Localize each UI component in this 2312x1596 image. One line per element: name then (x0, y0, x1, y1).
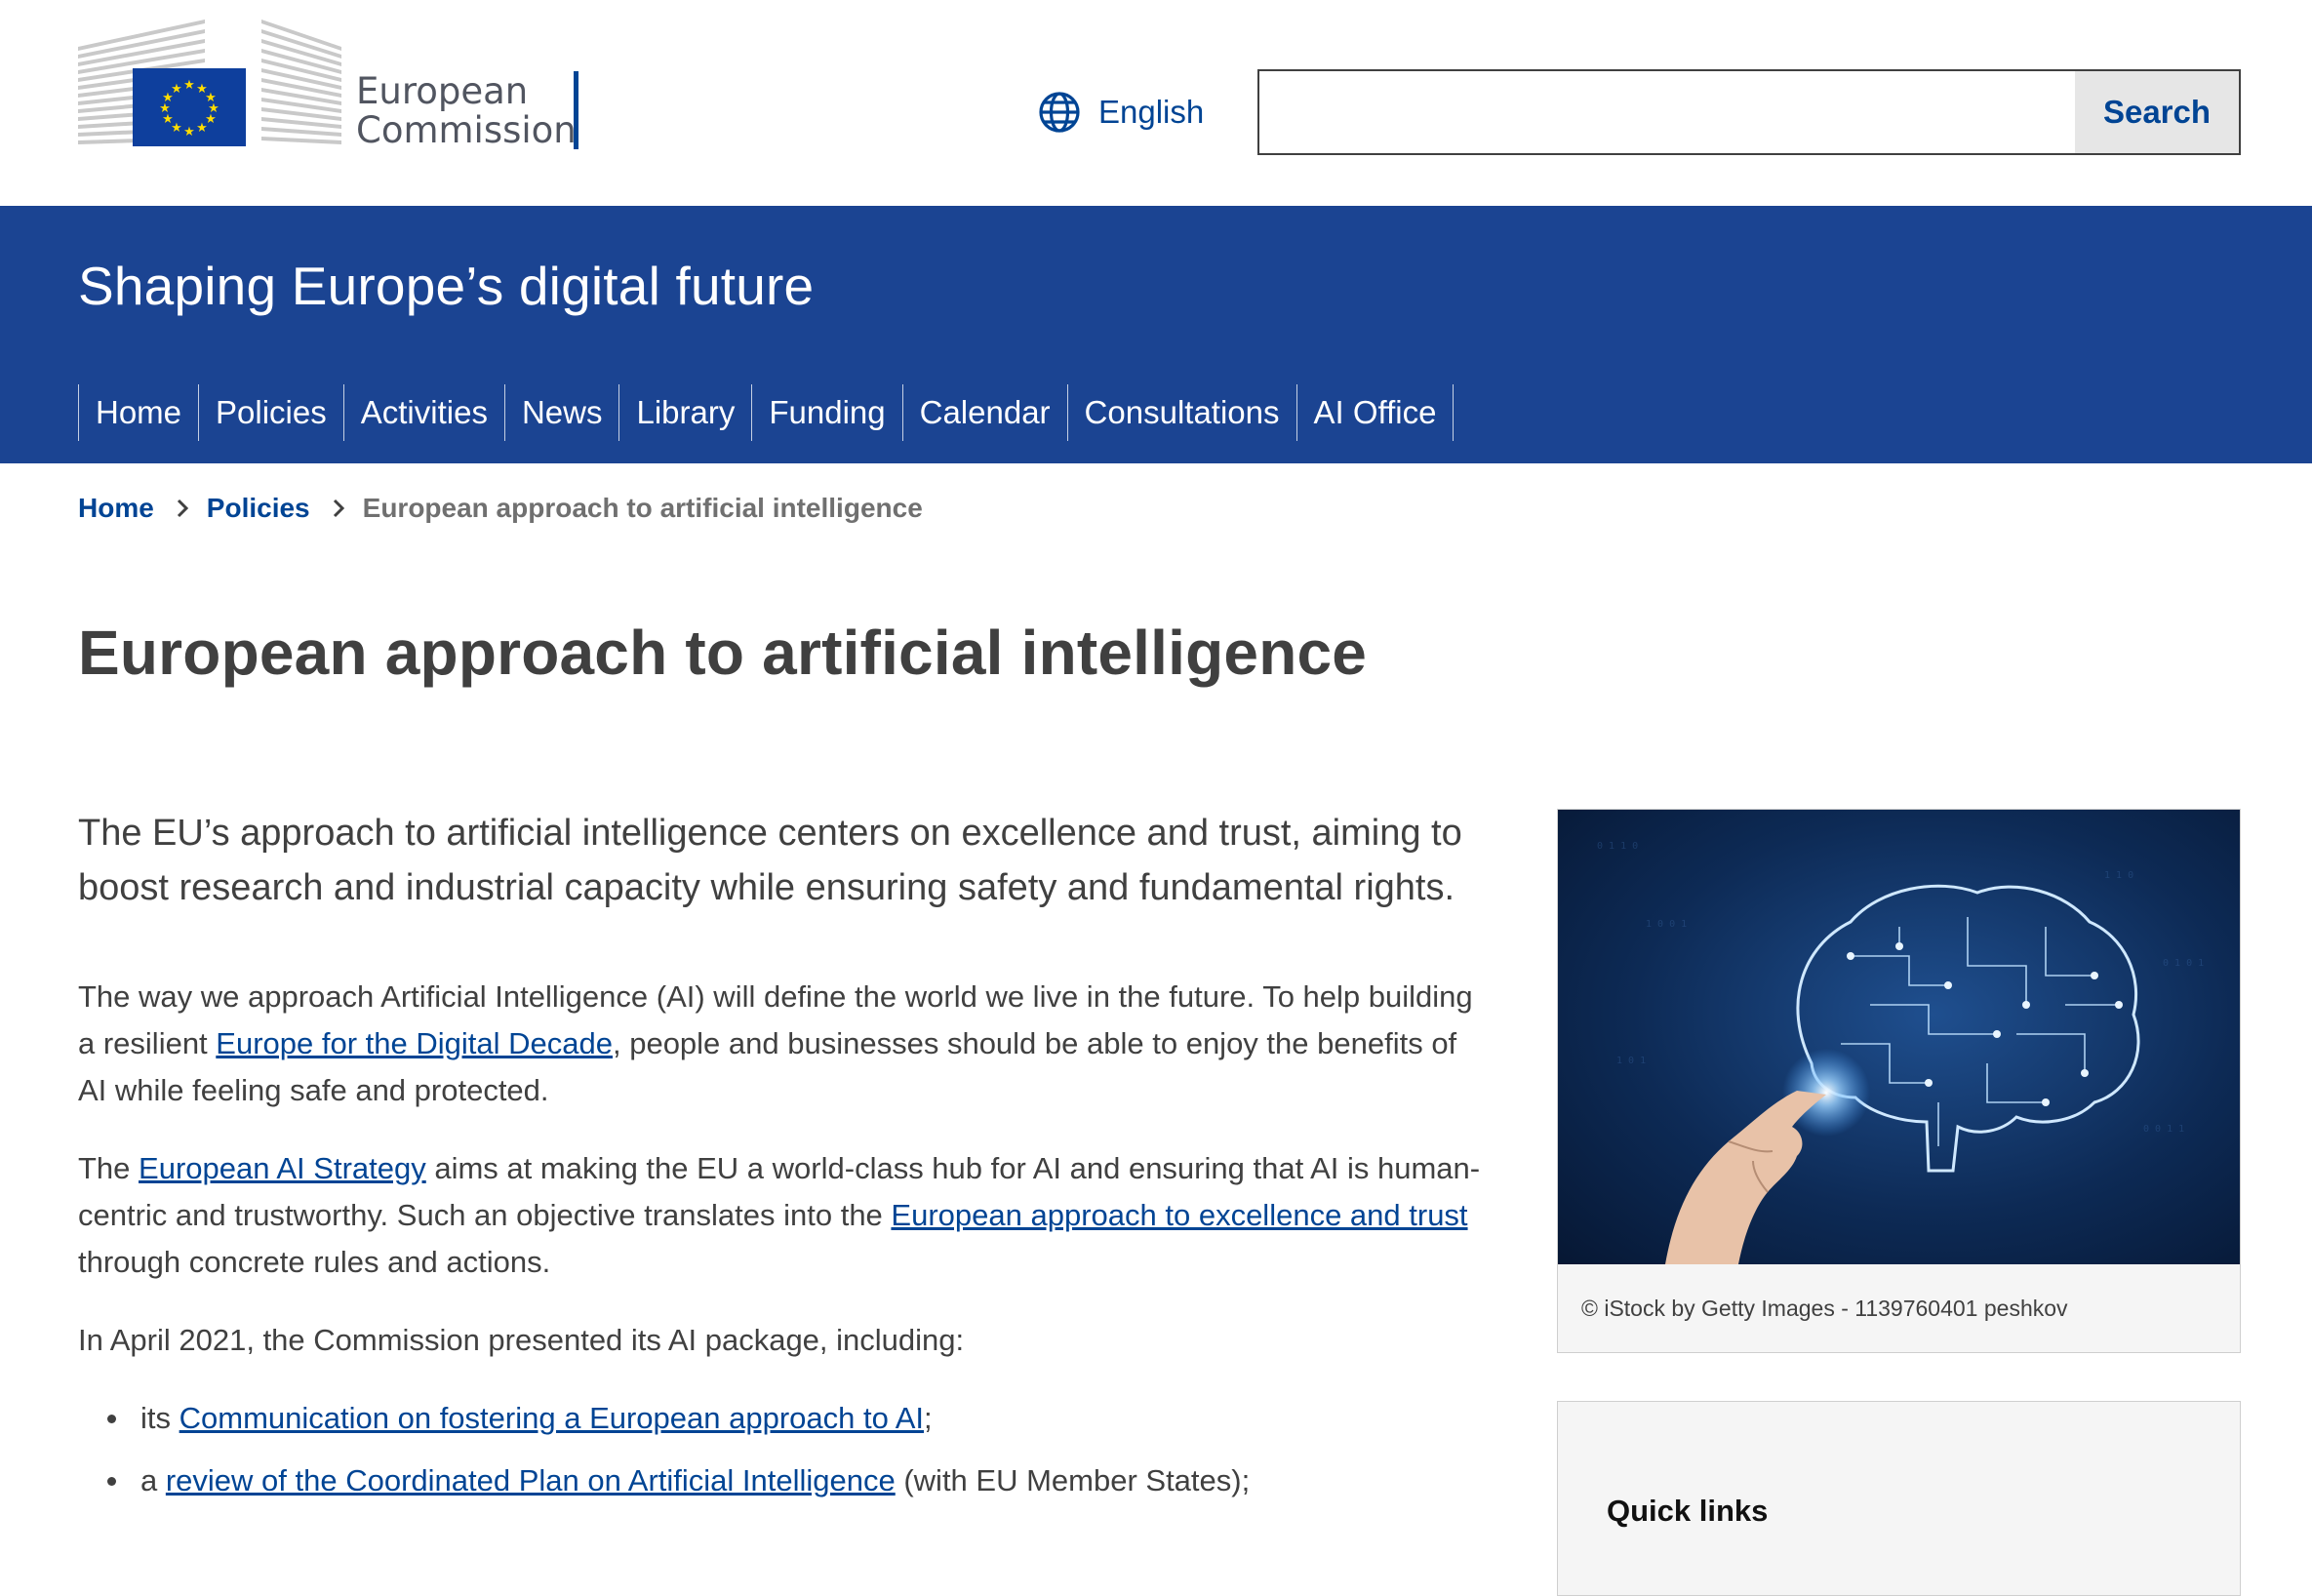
main-content: The EU’s approach to artificial intellig… (78, 806, 1483, 1520)
chevron-right-icon (332, 498, 345, 519)
site-banner: Shaping Europe’s digital future Home Pol… (0, 206, 2312, 463)
page-title: European approach to artificial intellig… (78, 618, 1368, 688)
breadcrumb-home[interactable]: Home (78, 493, 154, 524)
site-header: ★ ★ ★ ★ ★ ★ ★ ★ ★ ★ ★ ★ European Commiss… (0, 0, 2312, 206)
list-item-text: a (140, 1463, 166, 1497)
list-item-text: its (140, 1401, 179, 1435)
breadcrumb-current: European approach to artificial intellig… (362, 493, 923, 523)
nav-item-home[interactable]: Home (79, 384, 200, 441)
nav-item-consultations[interactable]: Consultations (1068, 384, 1297, 441)
main-navigation: Home Policies Activities News Library Fu… (78, 384, 1455, 441)
svg-text:0 1 1 0: 0 1 1 0 (1597, 841, 1638, 852)
package-paragraph: In April 2021, the Commission presented … (78, 1323, 965, 1357)
svg-text:0 0 1 1: 0 0 1 1 (2143, 1124, 2184, 1135)
image-caption: © iStock by Getty Images - 1139760401 pe… (1581, 1296, 2068, 1321)
ai-package-list: its Communication on fostering a Europea… (78, 1395, 1483, 1504)
svg-text:★: ★ (183, 78, 195, 93)
breadcrumb: Home Policies European approach to artif… (78, 493, 923, 524)
logo-text: European Commission (356, 72, 577, 150)
svg-text:★: ★ (196, 121, 208, 136)
link-communication-european-approach[interactable]: Communication on fostering a European ap… (179, 1401, 924, 1435)
strategy-paragraph: The European AI Strategy aims at making … (78, 1145, 1483, 1286)
list-item: its Communication on fostering a Europea… (78, 1395, 1483, 1442)
svg-text:1 1 0: 1 1 0 (2104, 870, 2133, 881)
search-form: Search (1257, 69, 2241, 155)
p2-text-before: The (78, 1151, 140, 1185)
logo-line-european: European (356, 70, 529, 112)
european-commission-logo[interactable]: ★ ★ ★ ★ ★ ★ ★ ★ ★ ★ ★ ★ European Commiss… (78, 18, 585, 154)
logo-line-commission: Commission (356, 109, 577, 151)
breadcrumb-policies[interactable]: Policies (207, 493, 310, 524)
svg-text:0 1 0 1: 0 1 0 1 (2163, 958, 2204, 969)
svg-text:★: ★ (171, 82, 182, 97)
list-item-text: ; (924, 1401, 933, 1435)
quick-links-panel: Quick links (1557, 1401, 2241, 1596)
nav-item-funding[interactable]: Funding (752, 384, 903, 441)
language-selector[interactable]: English (1038, 88, 1204, 137)
list-item: a review of the Coordinated Plan on Arti… (78, 1457, 1483, 1504)
link-europe-digital-decade[interactable]: Europe for the Digital Decade (216, 1026, 613, 1060)
link-european-ai-strategy[interactable]: European AI Strategy (139, 1151, 426, 1185)
nav-item-activities[interactable]: Activities (344, 384, 505, 441)
nav-item-library[interactable]: Library (619, 384, 753, 441)
list-item-text: (with EU Member States); (895, 1463, 1251, 1497)
ai-brain-image: 0 1 1 0 1 0 0 1 1 1 0 0 1 0 1 1 0 1 0 0 1 1 (1558, 810, 2240, 1264)
p2-text-after: through concrete rules and actions. (78, 1245, 551, 1279)
link-coordinated-plan-review[interactable]: review of the Coordinated Plan on Artifi… (166, 1463, 896, 1497)
nav-item-ai-office[interactable]: AI Office (1297, 384, 1455, 441)
featured-image-figure: 0 1 1 0 1 0 0 1 1 1 0 0 1 0 1 1 0 1 0 0 1 1 (1557, 809, 2241, 1353)
search-input[interactable] (1259, 71, 2075, 153)
lead-paragraph: The EU’s approach to artificial intellig… (78, 813, 1462, 908)
search-button[interactable]: Search (2075, 71, 2239, 153)
nav-item-calendar[interactable]: Calendar (903, 384, 1068, 441)
svg-text:1 0 1: 1 0 1 (1616, 1056, 1646, 1066)
chevron-right-icon (176, 498, 189, 519)
nav-item-policies[interactable]: Policies (199, 384, 344, 441)
svg-text:1 0 0 1: 1 0 0 1 (1646, 919, 1687, 930)
logo-divider (574, 71, 578, 149)
site-name[interactable]: Shaping Europe’s digital future (78, 255, 814, 317)
globe-icon (1039, 92, 1080, 133)
language-label: English (1098, 94, 1205, 130)
quick-links-title: Quick links (1607, 1494, 1769, 1528)
svg-text:★: ★ (183, 125, 195, 140)
nav-item-news[interactable]: News (505, 384, 620, 441)
link-excellence-and-trust[interactable]: European approach to excellence and trus… (891, 1198, 1467, 1232)
intro-paragraph: The way we approach Artificial Intellige… (78, 974, 1483, 1114)
